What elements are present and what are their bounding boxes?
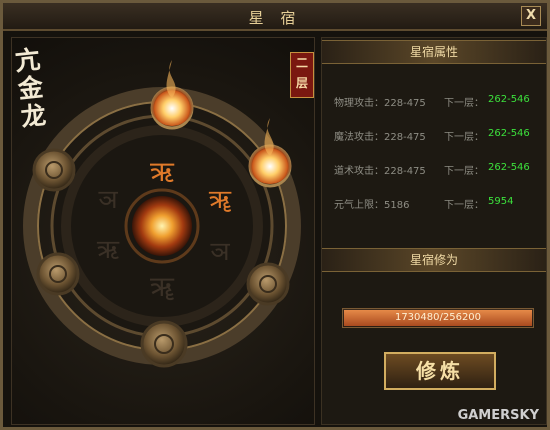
attribute-label: 元气上限：5186 — [334, 200, 410, 211]
rune-glyph-right-bottom: ञ — [210, 237, 230, 267]
next-layer-label: 下一层： — [444, 166, 484, 177]
star-node-lit-top — [150, 60, 194, 130]
attribute-row: 物理攻击：228-475 下一层： 262-546 — [334, 94, 544, 110]
rune-glyph-bottom: ॠ — [150, 270, 175, 303]
star-node-unlit-left-bottom — [36, 252, 80, 296]
constellation-panel: 亢金龙 二层 ऋ ॠ ञ ऋ ञ ॠ — [11, 37, 315, 425]
attribute-row: 魔法攻击：228-475 下一层： 262-546 — [334, 128, 544, 144]
attribute-label: 物理攻击：228-475 — [334, 98, 426, 109]
rune-glyph-top: ऋ — [150, 155, 175, 188]
star-node-unlit-bottom — [140, 320, 188, 368]
attribute-label: 道术攻击：228-475 — [334, 166, 426, 177]
star-core — [132, 196, 192, 256]
info-panel: 星宿属性 物理攻击：228-475 下一层： 262-546 魔法攻击：228-… — [321, 37, 547, 425]
close-button[interactable]: X — [521, 6, 541, 26]
cultivate-button[interactable]: 修炼 — [384, 352, 496, 390]
attribute-row: 元气上限：5186 下一层： 5954 — [334, 196, 544, 212]
rune-glyph-right-top: ॠ — [209, 185, 232, 215]
next-layer-label: 下一层： — [444, 200, 484, 211]
constellation-window: 星 宿 X 亢金龙 二层 ऋ ॠ ञ ऋ ञ ॠ 星宿属性 物理攻击：228-4… — [0, 0, 550, 430]
star-node-unlit-right-bottom — [246, 262, 290, 306]
next-layer-label: 下一层： — [444, 98, 484, 109]
title-bar: 星 宿 X — [3, 3, 547, 31]
watermark: GAMERSKY — [457, 408, 539, 423]
window-title: 星 宿 — [248, 9, 302, 27]
attribute-label: 魔法攻击：228-475 — [334, 132, 426, 143]
next-layer-value: 262-546 — [488, 128, 530, 139]
attribute-row: 道术攻击：228-475 下一层： 262-546 — [334, 162, 544, 178]
next-layer-label: 下一层： — [444, 132, 484, 143]
rune-glyph-left-top: ञ — [98, 185, 118, 215]
next-layer-value: 262-546 — [488, 162, 530, 173]
next-layer-value: 5954 — [488, 196, 514, 207]
cultivation-header: 星宿修为 — [322, 248, 546, 272]
progress-text: 1730480/256200 — [394, 312, 482, 323]
cultivation-progress-bar: 1730480/256200 — [342, 308, 534, 328]
next-layer-value: 262-546 — [488, 94, 530, 105]
rune-glyph-left-bottom: ऋ — [97, 235, 120, 265]
star-node-unlit-left-top — [32, 148, 76, 192]
attributes-header: 星宿属性 — [322, 40, 546, 64]
constellation-wheel: ऋ ॠ ञ ऋ ञ ॠ — [23, 60, 301, 368]
